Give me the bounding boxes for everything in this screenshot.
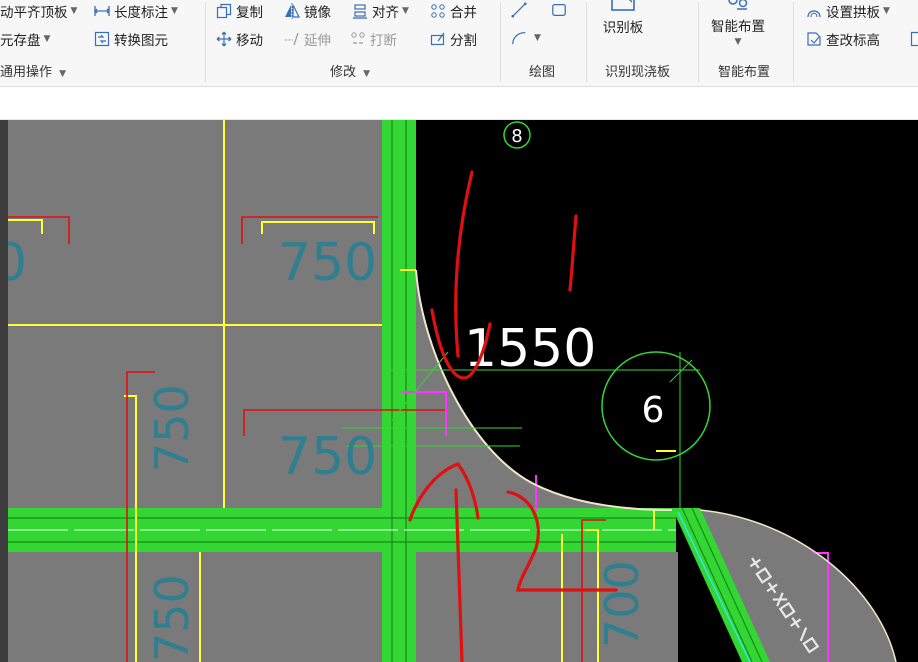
copy-icon — [216, 3, 232, 19]
chevron-down-icon: ▼ — [70, 6, 78, 16]
dim-label-750-vertical-bottom: 750 — [145, 574, 199, 662]
mirror-button[interactable]: 镜像 — [284, 1, 331, 21]
chevron-down-icon: ▼ — [734, 37, 742, 47]
dim-label-750-top: 750 — [278, 233, 377, 293]
save-element-button[interactable]: 元存盘 ▼ — [0, 29, 50, 49]
draw-group-label: 绘图 — [529, 65, 556, 80]
move-icon — [216, 31, 232, 47]
convert-element-label: 转换图元 — [114, 33, 168, 49]
draw-arc-button[interactable]: ▼ — [511, 28, 541, 48]
chevron-down-icon: ▼ — [883, 6, 890, 16]
dim-label-750-mid: 750 — [278, 427, 377, 487]
tool-icon — [908, 31, 918, 47]
copy-button[interactable]: 复制 — [216, 1, 263, 21]
chevron-down-icon: ▼ — [59, 69, 67, 79]
ribbon-divider — [205, 2, 206, 82]
smart-group-label: 智能布置 — [718, 65, 771, 80]
cad-drawing[interactable]: 8 6 1550 750 750 0 750 750 700 — [0, 120, 918, 662]
align-button[interactable]: 对齐 ▼ — [352, 1, 409, 21]
toolbar-gap — [0, 87, 918, 120]
canvas-left-edge — [0, 120, 8, 662]
dim-label-750-vertical: 750 — [145, 384, 199, 472]
line-icon — [511, 2, 527, 18]
split-icon — [430, 31, 446, 47]
elevation-icon — [806, 31, 822, 47]
rectangle-icon — [551, 2, 567, 18]
ribbon-divider — [793, 2, 794, 82]
move-button[interactable]: 移动 — [216, 29, 263, 49]
ribbon-divider — [698, 2, 699, 82]
break-button[interactable]: 打断 — [350, 29, 397, 49]
ribbon-divider — [586, 2, 587, 82]
chevron-down-icon: ▼ — [402, 6, 409, 16]
save-element-label: 元存盘 — [0, 33, 41, 49]
draw-rectangle-button[interactable] — [551, 0, 571, 20]
convert-element-button[interactable]: 转换图元 — [94, 29, 168, 49]
axis-label-6: 6 — [642, 390, 665, 431]
check-elevation-button[interactable]: 查改标高 — [806, 29, 880, 49]
break-icon — [350, 31, 366, 47]
arch-icon — [806, 3, 822, 19]
set-arch-slab-button[interactable]: 设置拱板 ▼ — [806, 1, 890, 21]
mirror-icon — [284, 3, 300, 19]
dim-label-700-vertical: 700 — [595, 560, 649, 648]
smart-layout-button[interactable]: 智能布置 ▼ — [702, 0, 774, 47]
more-tool-button[interactable] — [908, 29, 918, 49]
chevron-down-icon: ▼ — [43, 34, 51, 44]
align-top-label: 动平齐顶板 — [0, 5, 68, 21]
length-mark-icon — [94, 3, 110, 19]
smart-layout-icon — [702, 0, 774, 12]
align-top-slab-button[interactable]: 动平齐顶板 ▼ — [0, 1, 77, 21]
ribbon-toolbar: 动平齐顶板 ▼ 元存盘 ▼ 长度标注 ▼ 转换图元 通用操作 ▼ 复制 镜像 对… — [0, 0, 918, 86]
identify-slab-button[interactable]: 识别板 — [592, 0, 654, 36]
common-ops-group-label[interactable]: 通用操作 ▼ — [0, 61, 66, 80]
align-icon — [352, 3, 368, 19]
length-mark-button[interactable]: 长度标注 ▼ — [94, 1, 178, 21]
arc-icon — [511, 30, 527, 46]
merge-icon — [430, 3, 446, 19]
draw-line-button[interactable] — [511, 0, 531, 20]
chevron-down-icon: ▼ — [171, 6, 178, 16]
drawing-canvas[interactable]: 8 6 1550 750 750 0 750 750 700 — [0, 120, 918, 662]
identify-group-label: 识别现浇板 — [605, 65, 671, 80]
extend-button[interactable]: 延伸 — [284, 29, 331, 49]
ribbon-divider — [500, 2, 501, 82]
convert-element-icon — [94, 31, 110, 47]
identify-slab-icon — [592, 0, 654, 14]
chevron-down-icon: ▼ — [363, 69, 371, 79]
extend-icon — [284, 31, 300, 47]
modify-group-label[interactable]: 修改 ▼ — [330, 61, 370, 80]
length-mark-label: 长度标注 — [114, 5, 168, 21]
chevron-down-icon: ▼ — [534, 33, 541, 43]
merge-button[interactable]: 合并 — [430, 1, 477, 21]
axis-label-8: 8 — [511, 126, 522, 147]
split-button[interactable]: 分割 — [430, 29, 477, 49]
